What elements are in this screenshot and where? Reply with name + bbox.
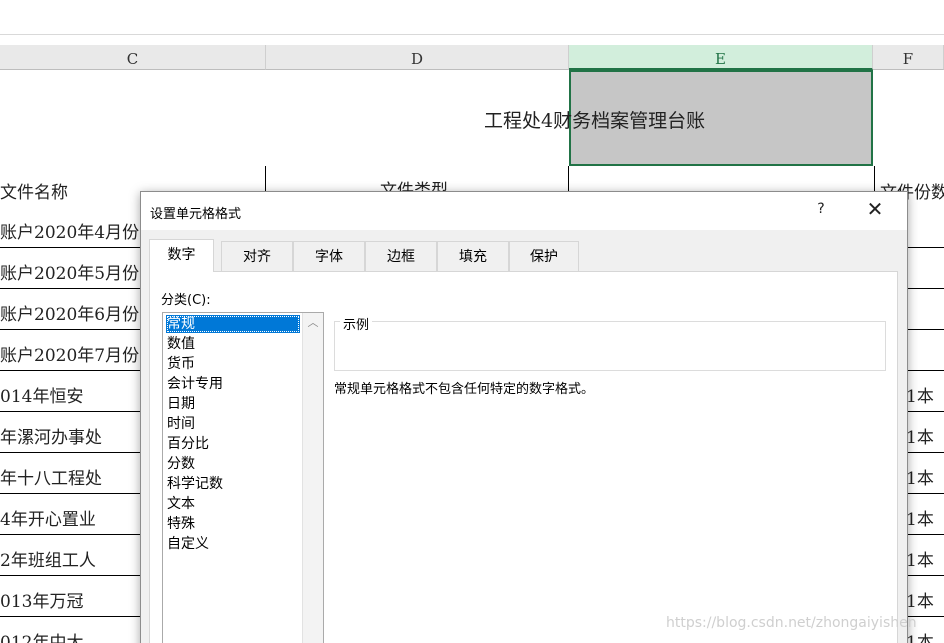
category-item[interactable]: 时间 bbox=[166, 415, 300, 433]
tab-font[interactable]: 字体 bbox=[293, 241, 365, 272]
category-scrollbar[interactable]: ︿ bbox=[302, 313, 323, 643]
cell-name[interactable]: 014年恒安 bbox=[0, 372, 140, 412]
spreadsheet-screen: C D E F 工程处4财务档案管理台账 文件名称 文件类型 文件份数 账户20… bbox=[0, 0, 944, 643]
category-item[interactable]: 数值 bbox=[166, 335, 300, 353]
column-header-d[interactable]: D bbox=[266, 45, 569, 70]
tab-number[interactable]: 数字 bbox=[149, 239, 214, 272]
category-item[interactable]: 货币 bbox=[166, 355, 300, 373]
help-button[interactable]: ? bbox=[809, 197, 833, 221]
ribbon-area bbox=[0, 0, 944, 35]
cell-name[interactable]: 2年班组工人 bbox=[0, 536, 140, 576]
sheet-title: 工程处4财务档案管理台账 bbox=[484, 110, 706, 132]
dialog-title: 设置单元格格式 bbox=[150, 207, 242, 222]
category-item[interactable]: 分数 bbox=[166, 455, 300, 473]
cell-name[interactable]: 年漯河办事处 bbox=[0, 413, 140, 453]
column-header-c[interactable]: C bbox=[0, 45, 266, 70]
cell-name[interactable]: 013年万冠 bbox=[0, 577, 140, 617]
sample-box bbox=[334, 321, 886, 371]
close-icon: ✕ bbox=[866, 197, 884, 221]
category-item[interactable]: 科学记数 bbox=[166, 475, 300, 493]
category-item[interactable]: 会计专用 bbox=[166, 375, 300, 393]
chevron-up-icon[interactable]: ︿ bbox=[303, 313, 323, 333]
close-button[interactable]: ✕ bbox=[863, 197, 887, 221]
tab-alignment[interactable]: 对齐 bbox=[221, 241, 293, 272]
category-item[interactable]: 文本 bbox=[166, 495, 300, 513]
cell-name[interactable]: 账户2020年7月份 bbox=[0, 331, 140, 371]
tab-border[interactable]: 边框 bbox=[365, 241, 437, 272]
tab-fill[interactable]: 填充 bbox=[437, 241, 509, 272]
cell-name[interactable]: 4年开心置业 bbox=[0, 495, 140, 535]
header-file-name[interactable]: 文件名称 bbox=[0, 178, 68, 203]
category-label: 分类(C): bbox=[161, 293, 211, 308]
cell-name[interactable]: 账户2020年4月份 bbox=[0, 208, 140, 248]
cell-name[interactable]: 012年中大 bbox=[0, 618, 140, 643]
column-header-e[interactable]: E bbox=[569, 45, 873, 70]
cell-name[interactable]: 账户2020年5月份 bbox=[0, 249, 140, 289]
category-list[interactable]: 常规 数值 货币 会计专用 日期 时间 百分比 分数 科学记数 文本 特殊 自定… bbox=[162, 312, 324, 643]
format-cells-dialog: 设置单元格格式 ? ✕ 数字 对齐 字体 边框 填充 保护 分类(C): 常规 … bbox=[140, 191, 908, 643]
cell-name[interactable]: 年十八工程处 bbox=[0, 454, 140, 494]
category-item[interactable]: 常规 bbox=[166, 315, 300, 333]
watermark: https://blog.csdn.net/zhongaiyishen bbox=[666, 615, 917, 631]
format-description: 常规单元格格式不包含任何特定的数字格式。 bbox=[334, 382, 595, 397]
category-item[interactable]: 自定义 bbox=[166, 535, 300, 553]
category-item[interactable]: 百分比 bbox=[166, 435, 300, 453]
tab-protection[interactable]: 保护 bbox=[509, 241, 579, 272]
cell-name[interactable]: 账户2020年6月份 bbox=[0, 290, 140, 330]
category-item[interactable]: 特殊 bbox=[166, 515, 300, 533]
sample-label: 示例 bbox=[340, 314, 373, 333]
column-header-f[interactable]: F bbox=[873, 45, 944, 70]
category-item[interactable]: 日期 bbox=[166, 395, 300, 413]
